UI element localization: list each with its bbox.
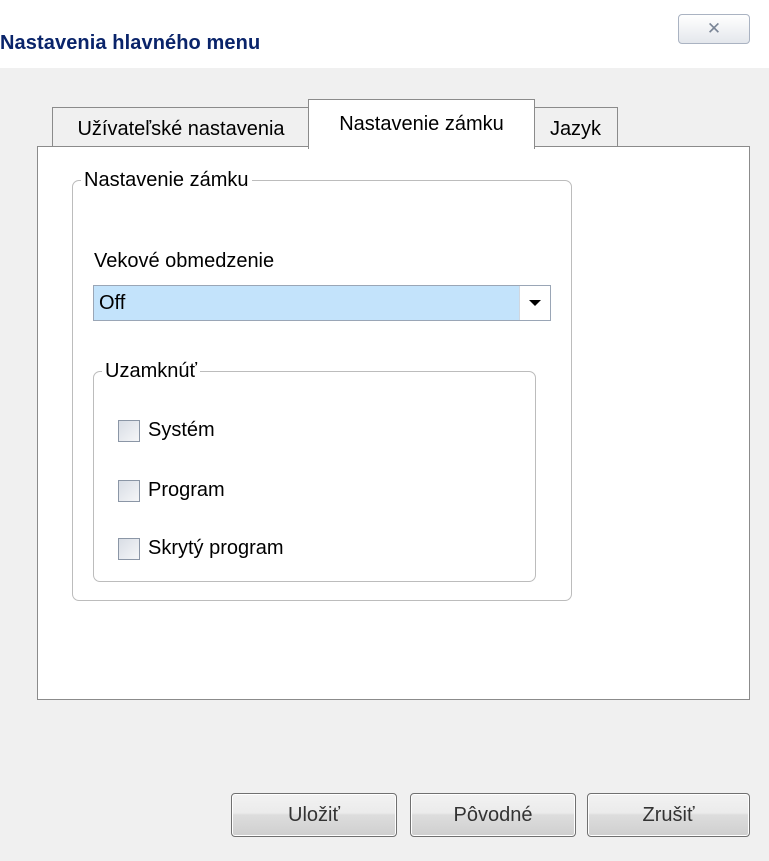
dropdown-arrow-icon[interactable] — [519, 286, 550, 320]
tab-lock-settings-label: Nastavenie zámku — [339, 113, 504, 135]
tab-user-settings[interactable]: Užívateľské nastavenia — [52, 107, 310, 147]
tab-language[interactable]: Jazyk — [533, 107, 618, 147]
checkbox-row-system[interactable]: Systém — [118, 419, 215, 442]
checkbox-row-program[interactable]: Program — [118, 479, 225, 502]
tab-user-settings-label: Užívateľské nastavenia — [77, 118, 285, 140]
window-title: Nastavenia hlavného menu — [0, 32, 261, 54]
default-button[interactable]: Pôvodné — [410, 793, 576, 837]
program-checkbox-label: Program — [148, 479, 225, 501]
save-button[interactable]: Uložiť — [231, 793, 397, 837]
lock-items-legend: Uzamknúť — [105, 360, 197, 382]
system-checkbox-label: Systém — [148, 419, 215, 441]
tab-panel-lock: Nastavenie zámku Vekové obmedzenie Off U… — [37, 146, 750, 700]
age-restriction-label: Vekové obmedzenie — [94, 250, 275, 272]
cancel-button[interactable]: Zrušiť — [587, 793, 750, 837]
lock-settings-legend: Nastavenie zámku — [84, 169, 249, 191]
program-checkbox[interactable] — [118, 479, 140, 502]
age-restriction-value: Off — [99, 291, 126, 314]
close-icon: ✕ — [706, 19, 722, 38]
system-checkbox[interactable] — [118, 419, 140, 442]
lock-items-group: Uzamknúť Systém Program Skrytý program — [93, 360, 536, 582]
tab-language-label: Jazyk — [549, 118, 602, 140]
hidden-program-checkbox[interactable] — [118, 537, 140, 560]
settings-dialog: Nastavenia hlavného menu ✕ Užívateľské n… — [0, 0, 769, 861]
tab-lock-settings[interactable]: Nastavenie zámku — [308, 99, 535, 149]
close-button[interactable]: ✕ — [678, 14, 750, 44]
age-restriction-select[interactable]: Off — [93, 285, 551, 321]
lock-settings-group: Nastavenie zámku Vekové obmedzenie Off U… — [72, 169, 572, 601]
checkbox-row-hidden-program[interactable]: Skrytý program — [118, 537, 284, 560]
hidden-program-checkbox-label: Skrytý program — [148, 537, 284, 559]
